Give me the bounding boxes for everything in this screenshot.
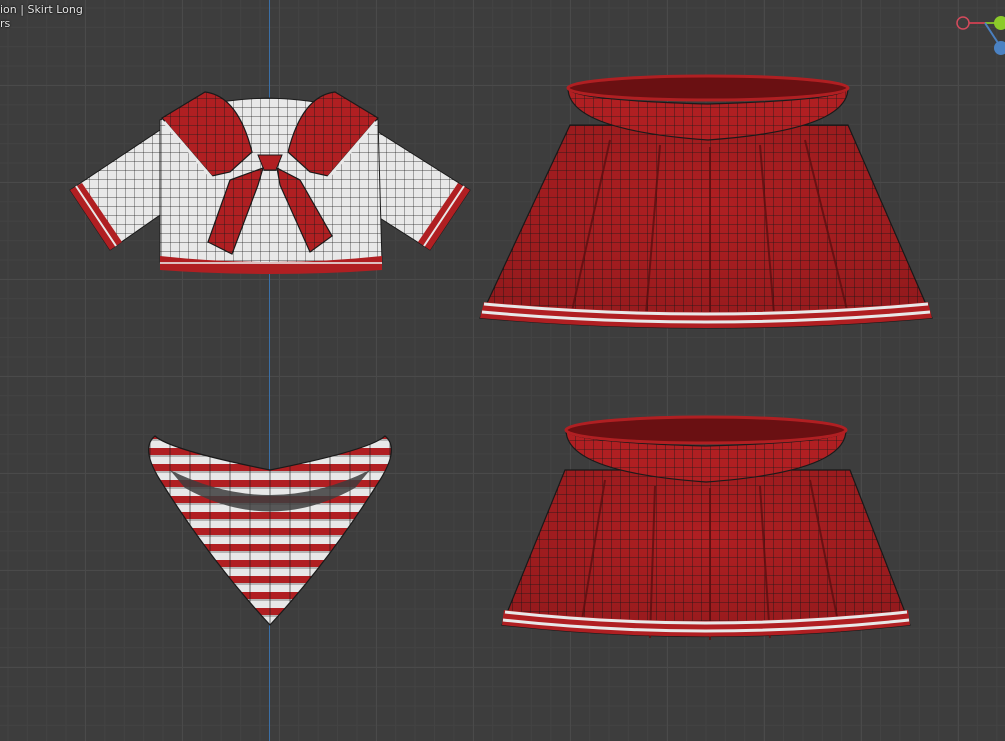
sailor-top-mesh[interactable] (69, 91, 471, 274)
viewport-scene[interactable] (0, 0, 1005, 741)
striped-underwear-mesh[interactable] (148, 435, 392, 626)
skirt-long-mesh[interactable] (479, 74, 933, 329)
skirt-short-mesh[interactable] (501, 415, 911, 640)
